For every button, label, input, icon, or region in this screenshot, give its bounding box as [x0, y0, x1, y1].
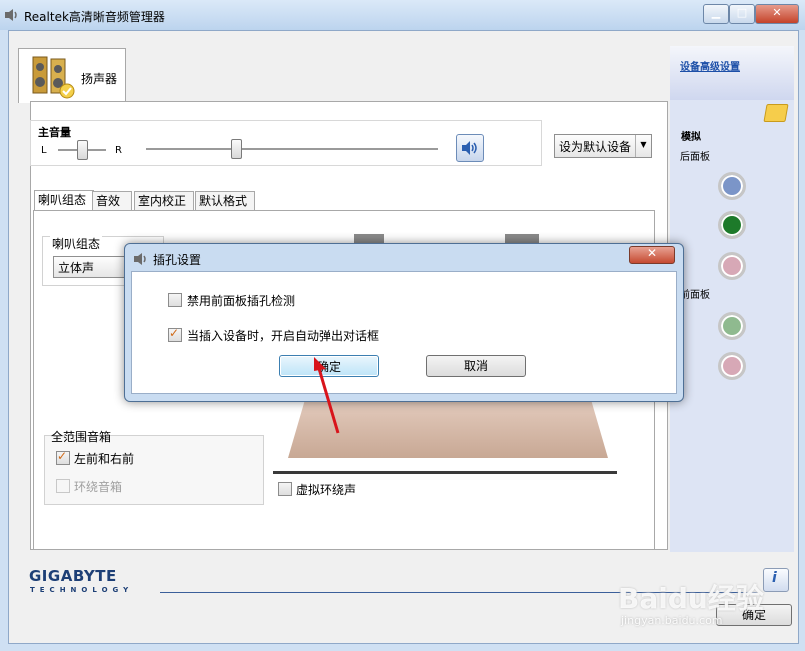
tab-default-format[interactable]: 默认格式 [195, 191, 255, 210]
maximize-button[interactable]: □ [729, 4, 755, 24]
balance-left-label: L [41, 145, 47, 156]
speaker-icon [134, 253, 146, 265]
tab-speaker-config[interactable]: 喇叭组态 [34, 190, 94, 211]
room-floor-edge [273, 471, 617, 474]
default-device-label: 设为默认设备 [559, 140, 632, 154]
mute-button[interactable] [456, 134, 484, 162]
surround-label: 环绕音箱 [74, 480, 123, 494]
folder-icon[interactable] [763, 104, 789, 122]
rear-jack-pink[interactable] [718, 252, 746, 280]
auto-popup-label: 当插入设备时，开启自动弹出对话框 [187, 329, 380, 343]
jack-settings-dialog: 插孔设置 ✕ [124, 243, 684, 402]
auto-popup-checkbox[interactable] [168, 326, 182, 342]
watermark-url: jingyan.baidu.com [621, 614, 723, 627]
volume-slider-track[interactable] [146, 148, 438, 151]
speaker-config-value: 立体声 [58, 261, 95, 275]
close-icon: ✕ [772, 6, 782, 19]
disable-front-jack-checkbox[interactable] [168, 293, 182, 307]
master-volume-label: 主音量 [38, 126, 71, 139]
volume-slider-thumb[interactable] [231, 139, 242, 159]
balance-slider-thumb[interactable] [77, 140, 88, 160]
device-tab-speakers[interactable]: 扬声器 [18, 48, 126, 103]
virtual-surround-checkbox[interactable] [278, 482, 292, 496]
front-jack-green[interactable] [718, 312, 746, 340]
annotation-arrow-icon [314, 357, 340, 434]
chevron-down-icon: ▼ [635, 135, 651, 157]
speaker-config-dropdown[interactable]: 立体声 [53, 256, 135, 278]
front-panel-label: 前面板 [680, 290, 710, 301]
speaker-config-label: 喇叭组态 [50, 235, 103, 252]
close-button[interactable]: ✕ [755, 4, 799, 24]
rear-jack-green[interactable] [718, 211, 746, 239]
gigabyte-logo: GIGABYTE [29, 567, 117, 585]
dialog-title: 插孔设置 [153, 253, 202, 267]
front-lr-label: 左前和右前 [74, 452, 135, 466]
speakers-icon [32, 56, 75, 99]
analog-label: 模拟 [681, 132, 701, 143]
window-title: Realtek高清晰音频管理器 [24, 10, 165, 24]
default-device-dropdown[interactable]: 设为默认设备 ▼ [554, 134, 652, 158]
tab-sound-effects[interactable]: 音效 [92, 191, 132, 210]
info-button[interactable]: i [763, 568, 789, 592]
watermark: Baidu经验 [618, 582, 764, 615]
rear-panel-label: 后面板 [680, 152, 710, 163]
virtual-surround-label: 虚拟环绕声 [296, 483, 357, 497]
minimize-button[interactable]: ▁ [703, 4, 729, 24]
volume-icon [462, 141, 477, 155]
front-lr-checkbox[interactable] [56, 449, 70, 465]
rear-jack-blue[interactable] [718, 172, 746, 200]
advanced-settings-link[interactable]: 设备高级设置 [680, 58, 740, 73]
dialog-cancel-button[interactable]: 取消 [426, 355, 526, 377]
window-titlebar: Realtek高清晰音频管理器 ▁ □ ✕ [0, 0, 805, 30]
disable-front-jack-label: 禁用前面板插孔检测 [187, 294, 296, 308]
speaker-icon [5, 9, 17, 21]
close-icon: ✕ [646, 246, 658, 260]
tab-room-correction[interactable]: 室内校正 [134, 191, 194, 210]
device-tab-label: 扬声器 [81, 72, 118, 86]
gigabyte-logo-sub: TECHNOLOGY [30, 586, 134, 594]
surround-checkbox[interactable] [56, 479, 70, 493]
balance-right-label: R [115, 145, 122, 156]
full-range-label: 全范围音箱 [51, 430, 112, 444]
dialog-close-button[interactable]: ✕ [629, 246, 675, 264]
info-icon: i [772, 570, 777, 586]
front-jack-pink[interactable] [718, 352, 746, 380]
